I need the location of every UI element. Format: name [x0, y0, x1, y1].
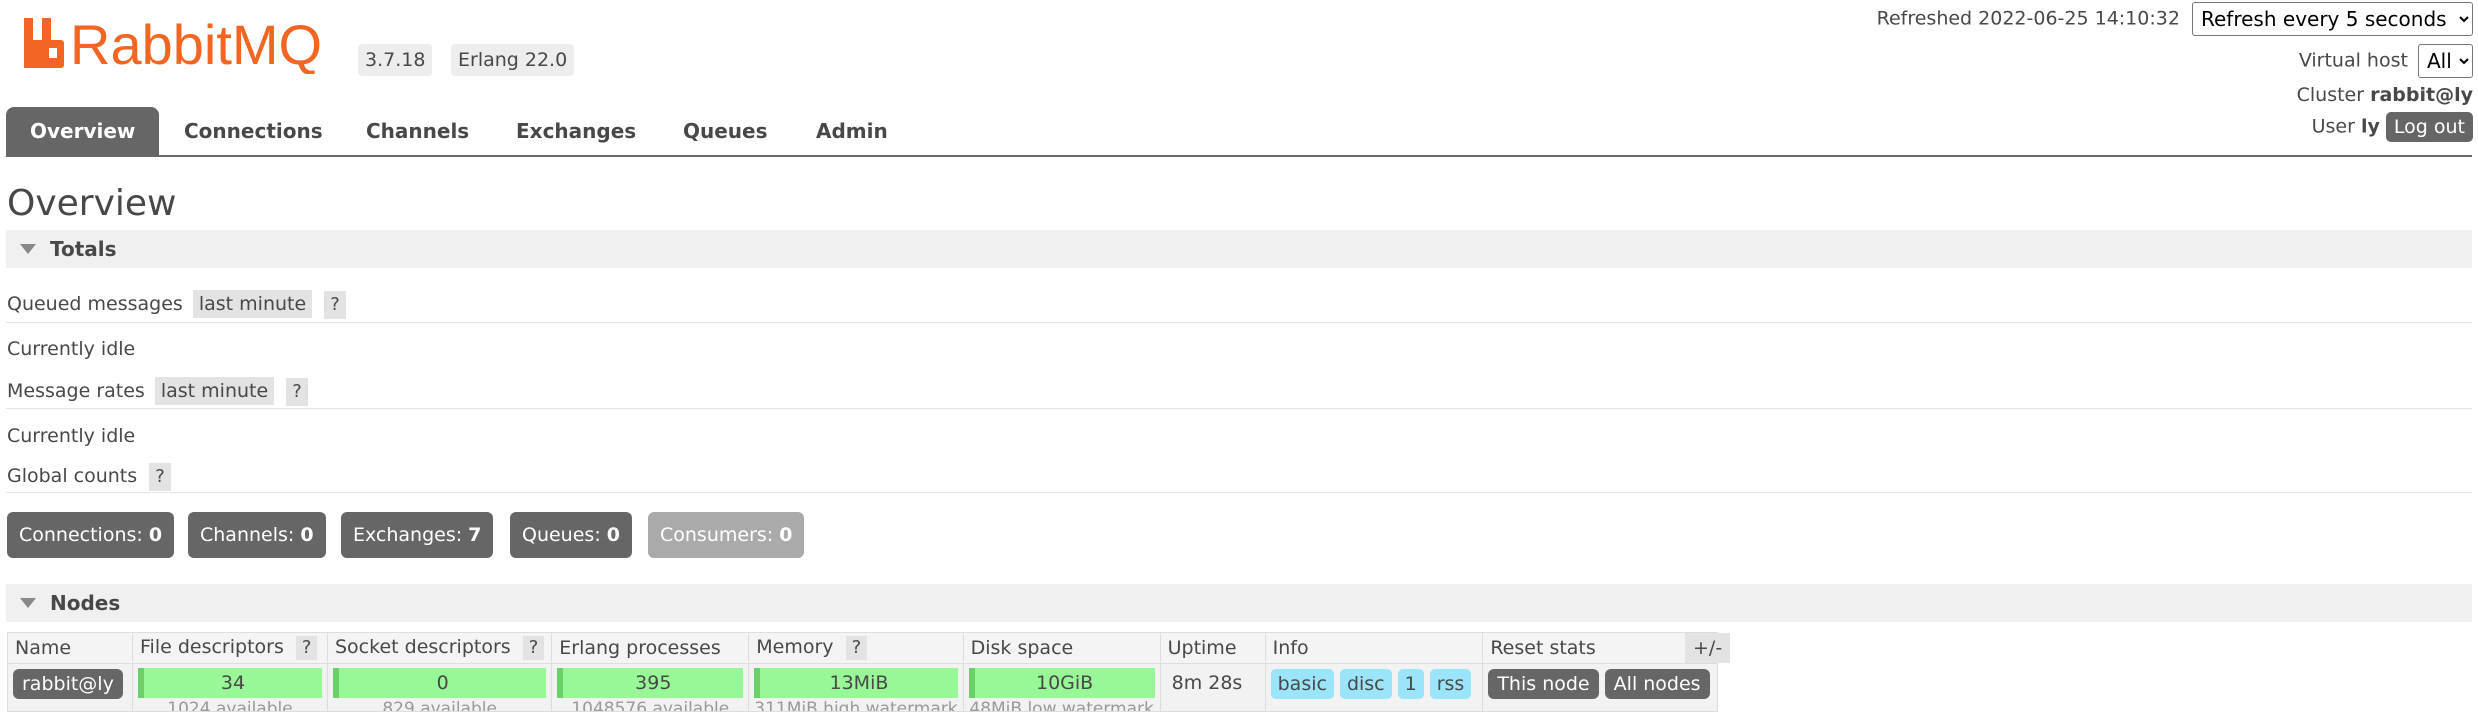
queued-messages-row: Queued messages last minute ? — [7, 290, 346, 319]
col-disk-space: Disk space — [962, 632, 1161, 664]
col-uptime: Uptime — [1159, 632, 1266, 664]
global-counts-row: Global counts ? — [7, 463, 171, 491]
disk-space-bar: 10GiB — [968, 668, 1155, 698]
message-rates-label: Message rates — [7, 380, 145, 402]
queued-messages-label: Queued messages — [7, 293, 183, 315]
column-toggle-button[interactable]: +/- — [1685, 633, 1731, 663]
col-info: Info — [1264, 632, 1484, 664]
channels-count[interactable]: Channels: 0 — [188, 512, 326, 558]
rates-range-selector[interactable]: last minute — [154, 377, 275, 405]
socket-descriptors-available: 829 available — [382, 699, 497, 711]
cluster-value: rabbit@ly — [2370, 84, 2473, 106]
rabbitmq-logo: RabbitMQ — [24, 13, 322, 74]
info-tag-disc: disc — [1339, 669, 1392, 699]
reset-stats-cell: This node All nodes — [1482, 663, 1719, 712]
page-title: Overview — [7, 183, 177, 224]
help-icon[interactable]: ? — [295, 636, 318, 660]
file-descriptors-bar: 34 — [138, 668, 322, 698]
queued-range-selector[interactable]: last minute — [192, 290, 313, 318]
memory-cell: 13MiB 311MiB high watermark — [748, 663, 964, 712]
help-icon[interactable]: ? — [286, 378, 308, 406]
col-reset-stats: Reset stats — [1482, 632, 1719, 664]
global-counts-label: Global counts — [7, 465, 138, 487]
socket-descriptors-bar: 0 — [333, 668, 547, 698]
help-icon[interactable]: ? — [324, 291, 346, 319]
vhost-select[interactable]: All — [2418, 44, 2473, 78]
collapse-triangle-icon — [20, 598, 36, 608]
memory-bar: 13MiB — [754, 668, 958, 698]
col-erlang-processes: Erlang processes — [551, 632, 750, 664]
table-row: rabbit@ly 34 1024 available 0 829 availa… — [7, 663, 1719, 712]
info-tag-basic: basic — [1270, 669, 1334, 699]
divider — [6, 408, 2472, 409]
info-tag-count: 1 — [1397, 669, 1424, 699]
col-socket-descriptors: Socket descriptors ? — [326, 632, 553, 664]
cluster-label: Cluster — [2296, 84, 2365, 106]
info-cell: basic disc 1 rss — [1264, 663, 1484, 712]
disk-space-cell: 10GiB 48MiB low watermark — [962, 663, 1161, 712]
totals-title: Totals — [50, 237, 117, 261]
refresh-select[interactable]: Refresh every 5 seconds — [2192, 2, 2473, 36]
col-memory: Memory ? — [748, 632, 964, 664]
reset-all-nodes-button[interactable]: All nodes — [1604, 669, 1710, 699]
memory-watermark: 311MiB high watermark — [754, 699, 958, 711]
consumers-count: Consumers: 0 — [648, 512, 805, 558]
main-tabs: Overview Connections Channels Exchanges … — [6, 107, 2472, 157]
help-icon[interactable]: ? — [845, 636, 868, 660]
tab-overview[interactable]: Overview — [6, 107, 160, 155]
tab-channels[interactable]: Channels — [366, 107, 469, 155]
tab-queues[interactable]: Queues — [683, 107, 768, 155]
reset-this-node-button[interactable]: This node — [1488, 669, 1599, 699]
nodes-section-header[interactable]: Nodes — [6, 584, 2472, 622]
tab-admin[interactable]: Admin — [816, 107, 888, 155]
col-name: Name — [7, 632, 133, 664]
queued-idle-text: Currently idle — [7, 338, 136, 360]
nodes-title: Nodes — [50, 591, 121, 615]
version-badge: 3.7.18 — [358, 44, 433, 76]
file-descriptors-cell: 34 1024 available — [132, 663, 328, 712]
node-link[interactable]: rabbit@ly — [13, 669, 123, 699]
totals-section-header[interactable]: Totals — [6, 230, 2472, 268]
info-tag-rss: rss — [1429, 669, 1472, 699]
divider — [6, 492, 2472, 493]
table-header-row: Name File descriptors ? Socket descripto… — [7, 632, 1719, 664]
tab-exchanges[interactable]: Exchanges — [516, 107, 636, 155]
node-name-cell: rabbit@ly — [7, 663, 133, 712]
erlang-processes-bar: 395 — [557, 668, 744, 698]
col-file-descriptors: File descriptors ? — [132, 632, 328, 664]
help-icon[interactable]: ? — [149, 463, 171, 491]
nodes-table: Name File descriptors ? Socket descripto… — [7, 632, 1719, 712]
queues-count[interactable]: Queues: 0 — [510, 512, 632, 558]
exchanges-count[interactable]: Exchanges: 7 — [341, 512, 494, 558]
socket-descriptors-cell: 0 829 available — [326, 663, 553, 712]
erlang-processes-cell: 395 1048576 available — [551, 663, 750, 712]
help-icon[interactable]: ? — [522, 636, 545, 660]
vhost-label: Virtual host — [2298, 49, 2408, 72]
file-descriptors-available: 1024 available — [167, 699, 293, 711]
erlang-processes-available: 1048576 available — [571, 699, 730, 711]
uptime-value: 8m 28s — [1171, 672, 1243, 694]
erlang-badge: Erlang 22.0 — [451, 44, 575, 76]
logo-text: RabbitMQ — [70, 13, 322, 74]
message-rates-row: Message rates last minute ? — [7, 377, 308, 406]
connections-count[interactable]: Connections: 0 — [7, 512, 175, 558]
disk-watermark: 48MiB low watermark — [969, 699, 1154, 711]
collapse-triangle-icon — [20, 244, 36, 254]
refreshed-text: Refreshed 2022-06-25 14:10:32 — [1876, 7, 2180, 30]
divider — [6, 322, 2472, 323]
rates-idle-text: Currently idle — [7, 425, 136, 447]
tab-connections[interactable]: Connections — [184, 107, 323, 155]
uptime-cell: 8m 28s — [1159, 663, 1266, 712]
